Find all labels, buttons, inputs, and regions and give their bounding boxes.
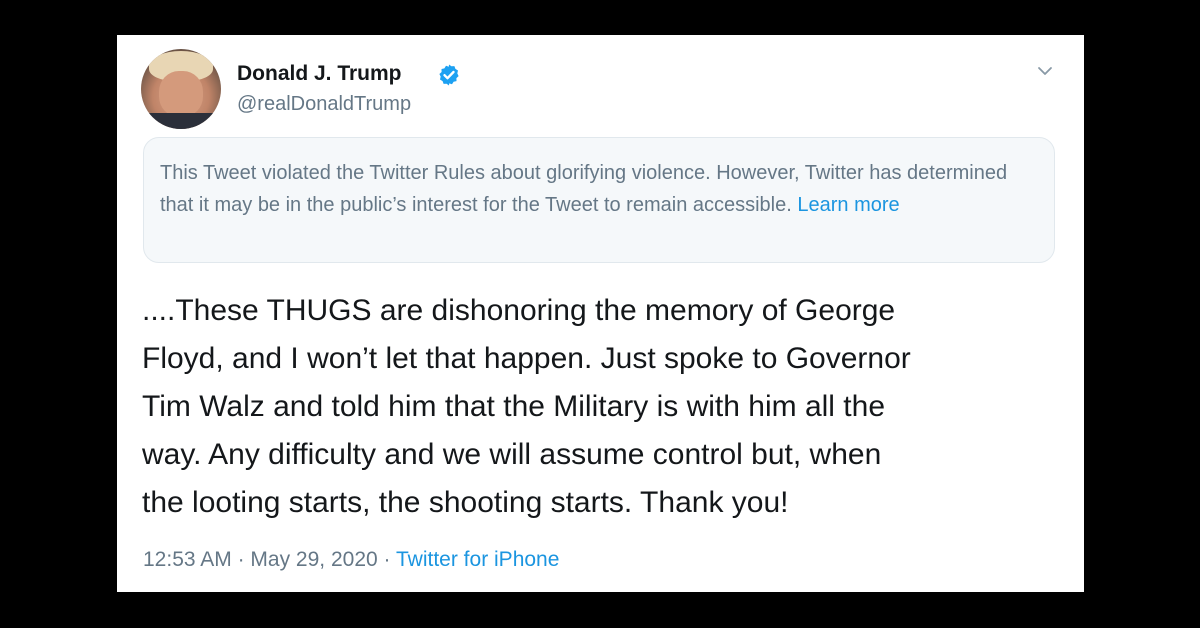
verified-badge-icon (439, 64, 459, 86)
tweet-text-line: the looting starts, the shooting starts.… (142, 486, 789, 519)
meta-separator: · (237, 548, 245, 571)
tweet-source-link[interactable]: Twitter for iPhone (396, 548, 559, 571)
author-display-name[interactable]: Donald J. Trump (237, 62, 402, 86)
tweet-card: Donald J. Trump @realDonaldTrump This Tw… (117, 35, 1084, 592)
tweet-text: ....These THUGS are dishonoring the memo… (142, 287, 1062, 527)
tweet-meta: 12:53 AM · May 29, 2020 · Twitter for iP… (143, 548, 559, 572)
avatar-suit (141, 113, 221, 129)
meta-separator: · (383, 548, 391, 571)
tweet-text-line: ....These THUGS are dishonoring the memo… (142, 294, 896, 327)
rules-violation-notice: This Tweet violated the Twitter Rules ab… (143, 137, 1055, 263)
avatar[interactable] (141, 49, 221, 129)
avatar-face (159, 71, 203, 117)
tweet-text-line: Tim Walz and told him that the Military … (142, 390, 886, 423)
tweet-time[interactable]: 12:53 AM (143, 548, 232, 571)
tweet-date[interactable]: May 29, 2020 (250, 548, 377, 571)
author-handle[interactable]: @realDonaldTrump (237, 93, 411, 116)
tweet-text-line: way. Any difficulty and we will assume c… (142, 438, 882, 471)
learn-more-link[interactable]: Learn more (797, 194, 899, 216)
tweet-text-line: Floyd, and I won’t let that happen. Just… (142, 342, 911, 375)
chevron-down-icon[interactable] (1033, 59, 1057, 83)
